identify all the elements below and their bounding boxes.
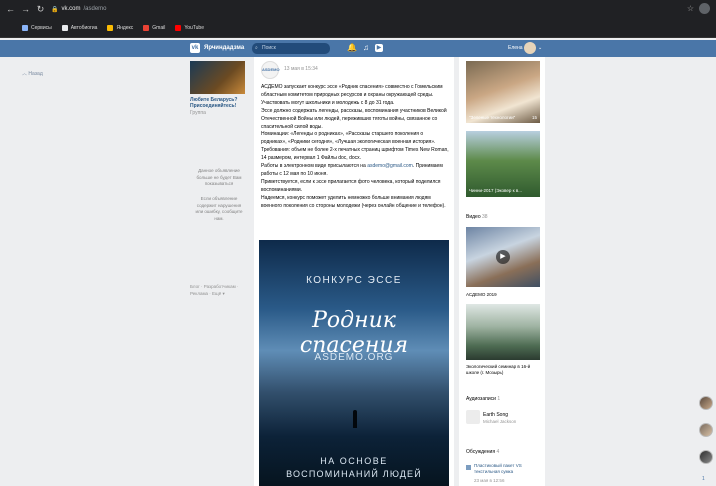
bookmark-icon <box>61 24 68 31</box>
video-caption[interactable]: Экологический семинар в 16-й школе (г. М… <box>466 364 540 376</box>
vk-header: vk Ярчиндадзма ⌕ Поиск 🔔 ♫ ▶ Елена ⌄ <box>0 40 716 57</box>
search-placeholder: Поиск <box>262 45 276 51</box>
person-silhouette <box>353 410 357 428</box>
community-name[interactable]: Ярчиндадзма <box>204 45 244 51</box>
discussion-icon <box>466 465 471 470</box>
play-icon[interactable]: ▶ <box>496 250 510 264</box>
poster-line: ВОСПОМИНАНИЙ ЛЮДЕЙ <box>286 469 422 479</box>
poster-line: НА ОСНОВЕ <box>320 456 388 466</box>
play-icon[interactable]: ▶ <box>375 44 383 52</box>
bookmarks-bar: Сервисы Автобиогиа Яндекс Gmail YouTube <box>0 18 716 38</box>
bookmark-item[interactable]: Яндекс <box>107 24 134 31</box>
poster-title: Родник спасения <box>299 308 409 358</box>
browser-toolbar: ← → ↻ 🔒 vk.com/asdemo ☆ <box>0 0 716 18</box>
music-note-icon[interactable] <box>466 410 480 424</box>
footer-links[interactable]: Блог · Разработчикам · Реклама · Ещё ▾ <box>190 283 246 297</box>
bookmark-label: YouTube <box>184 24 204 31</box>
video-thumbnail[interactable] <box>466 304 540 360</box>
bookmark-icon <box>107 24 114 31</box>
photo-album-cover[interactable] <box>466 61 540 123</box>
discussion-title[interactable]: Пластиковый пакет VS текстильная сумка <box>474 463 542 475</box>
audio-title[interactable]: Earth Song <box>483 412 508 418</box>
search-input[interactable]: ⌕ Поиск <box>252 43 330 54</box>
notifications-bell-icon[interactable]: 🔔 <box>347 43 357 53</box>
discussion-date: 23 мая в 12:56 <box>474 478 505 483</box>
post-paragraph: Надеемся, конкурс поможет уделить немнож… <box>261 194 446 209</box>
reload-icon[interactable]: ↻ <box>36 4 45 14</box>
video-caption[interactable]: АСДЕМО 2019 <box>466 292 497 297</box>
bookmark-item[interactable]: Gmail <box>143 24 166 31</box>
post-paragraph: АСДЕМО запускает конкурс эссе «Родник сп… <box>261 84 443 98</box>
chevron-up-icon: ︿ <box>22 71 28 77</box>
chat-avatar[interactable] <box>699 423 713 437</box>
discussions-header[interactable]: Обсуждения 4 <box>466 449 499 455</box>
ad-report-note[interactable]: Если объявление содержит нарушения или о… <box>194 196 244 222</box>
post-paragraph: Приветствуется, если к эссе прилагается … <box>261 178 441 193</box>
bookmark-icon <box>22 24 28 31</box>
post-paragraph: Эссе должно содержать легенды, рассказы,… <box>261 107 447 130</box>
search-icon: ⌕ <box>255 45 258 51</box>
audio-header[interactable]: Аудиозаписи 1 <box>466 396 500 402</box>
user-name[interactable]: Елена <box>508 45 523 51</box>
vk-logo-icon[interactable]: vk <box>190 43 200 53</box>
poster-line: КОНКУРС ЭССЕ <box>306 275 402 286</box>
post-paragraph: Участвовать могут школьники и молодежь с… <box>261 99 395 106</box>
ad-image[interactable] <box>190 61 245 94</box>
ad-subtitle: Группа <box>190 110 206 116</box>
forward-arrow-icon[interactable]: → <box>21 4 30 14</box>
bookmark-item[interactable]: Сервисы <box>22 24 52 31</box>
ad-hidden-note: Данное объявление больше не будет Вам по… <box>196 168 242 186</box>
email-link[interactable]: asdemo@gmail.com <box>367 163 413 169</box>
music-note-icon[interactable]: ♫ <box>362 43 370 53</box>
bookmark-label: Яндекс <box>116 24 134 31</box>
post-paragraph: Требования: объем не более 2-х печатных … <box>261 147 449 162</box>
post-text: АСДЕМО запускает конкурс эссе «Родник сп… <box>261 84 449 211</box>
post-paragraph: Номинации: «Легенды о родниках», «Расска… <box>261 131 436 146</box>
bookmark-label: Сервисы <box>31 24 52 31</box>
bookmark-star-icon[interactable]: ☆ <box>687 4 694 13</box>
bookmark-item[interactable]: YouTube <box>175 24 204 31</box>
bookmark-label: Автобиогиа <box>70 24 98 31</box>
user-avatar[interactable] <box>524 42 536 54</box>
album-count: 15 <box>532 115 538 120</box>
album-caption: "Зеленые технологии" <box>469 115 516 120</box>
author-avatar[interactable]: ASDEMO <box>261 61 280 79</box>
bookmark-label: Gmail <box>152 24 166 31</box>
post-paragraph: Работы в электронном виде присылаются на… <box>261 163 443 177</box>
lock-icon: 🔒 <box>51 6 59 13</box>
poster-line: ASDEMO.ORG <box>314 352 394 363</box>
ad-title[interactable]: Любите Беларусь? Присоединяйтесь! <box>190 97 250 109</box>
back-arrow-icon[interactable]: ← <box>6 4 15 14</box>
post-date[interactable]: 13 мая в 15:34 <box>284 66 318 72</box>
url-domain: vk.com <box>61 6 81 12</box>
bookmark-item[interactable]: Автобиогиа <box>61 24 98 31</box>
back-link[interactable]: ︿ Назад <box>22 70 43 77</box>
bookmark-icon <box>143 24 150 31</box>
wall-post: ASDEMO 13 мая в 15:34 АСДЕМО запускает к… <box>254 57 454 486</box>
address-bar[interactable]: 🔒 vk.com/asdemo <box>51 6 107 13</box>
profile-avatar[interactable] <box>699 3 710 14</box>
chat-avatar[interactable] <box>699 450 713 464</box>
chat-avatar[interactable] <box>699 396 713 410</box>
url-path: /asdemo <box>83 6 107 12</box>
right-column: "Зеленые технологии" 15 Чинни-2017 (Эков… <box>459 57 545 486</box>
chevron-down-icon[interactable]: ⌄ <box>538 45 542 51</box>
bookmark-icon <box>175 24 182 31</box>
album-caption: Чинни-2017 (Эковер к в... <box>469 188 522 193</box>
videos-header[interactable]: Видео 38 <box>466 214 488 220</box>
post-image[interactable]: КОНКУРС ЭССЕ Родник спасения ASDEMO.ORG … <box>259 240 449 486</box>
chat-count-badge[interactable]: 1 <box>702 476 705 482</box>
audio-artist[interactable]: Michael Jackson <box>483 419 516 424</box>
